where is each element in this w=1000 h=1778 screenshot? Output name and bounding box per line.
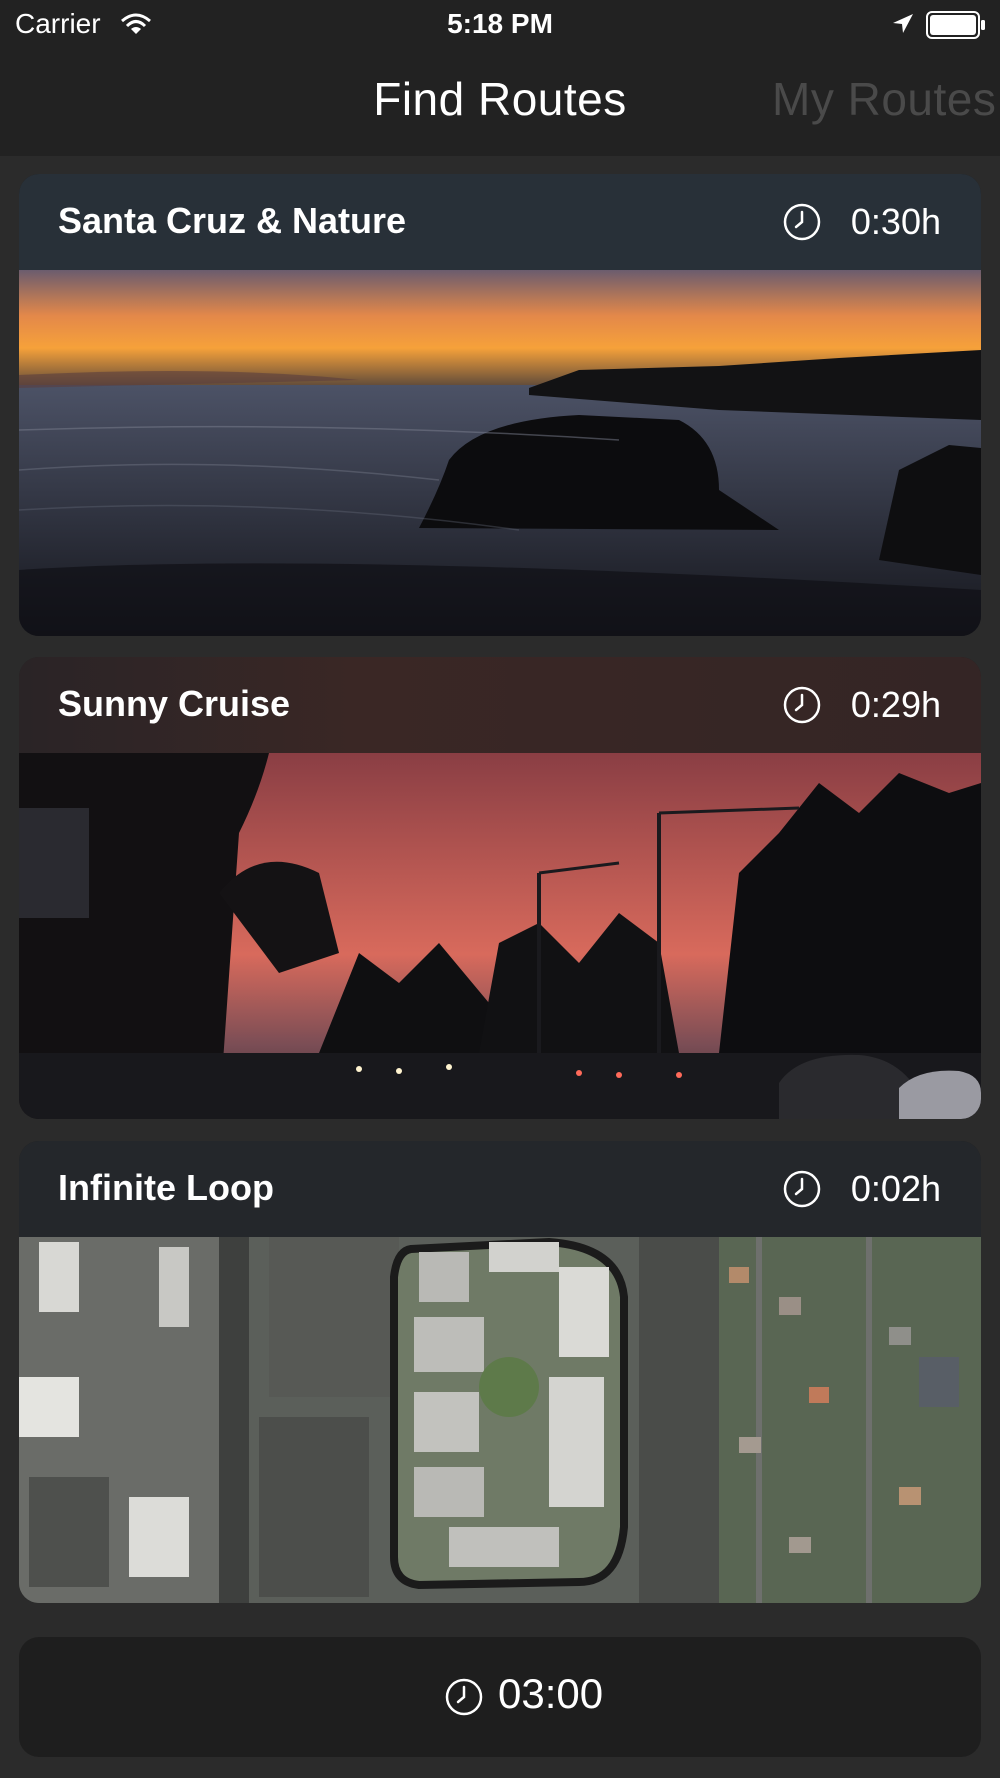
tab-find-routes[interactable]: Find Routes [300,72,700,126]
route-card-header: Infinite Loop 0:02h [19,1141,981,1237]
app-screen: Carrier 5:18 PM Find Routes My Routes Sa… [0,0,1000,1778]
clock-icon [783,1170,821,1208]
tab-my-routes[interactable]: My Routes [772,72,996,126]
route-card[interactable]: Sunny Cruise 0:29h [19,657,981,1119]
timer-value: 03:00 [498,1670,604,1717]
route-card-header: Santa Cruz & Nature 0:30h [19,174,981,270]
route-duration: 0:29h [850,684,941,725]
route-card-header: Sunny Cruise 0:29h [19,657,981,753]
timer-bar[interactable]: 03:00 [19,1637,981,1757]
clock-icon [783,686,821,724]
route-card[interactable]: Santa Cruz & Nature 0:30h [19,174,981,636]
status-time: 5:18 PM [447,8,553,39]
sunset-ocean-rocks-photo [19,270,981,636]
route-duration: 0:02h [850,1168,941,1209]
clock-icon [445,1678,483,1716]
aerial-campus-map-photo [19,1237,981,1603]
status-bar: Carrier 5:18 PM [0,0,1000,50]
sunset-street-traffic-photo [19,753,981,1119]
route-title: Santa Cruz & Nature [58,200,407,241]
route-card[interactable]: Infinite Loop 0:02h [19,1141,981,1603]
location-arrow-icon [893,14,913,33]
clock-icon [783,203,821,241]
route-title: Infinite Loop [58,1167,274,1208]
tab-bar: Find Routes My Routes [0,50,1000,156]
route-duration: 0:30h [850,201,941,242]
route-title: Sunny Cruise [58,683,291,724]
battery-icon [926,11,985,39]
